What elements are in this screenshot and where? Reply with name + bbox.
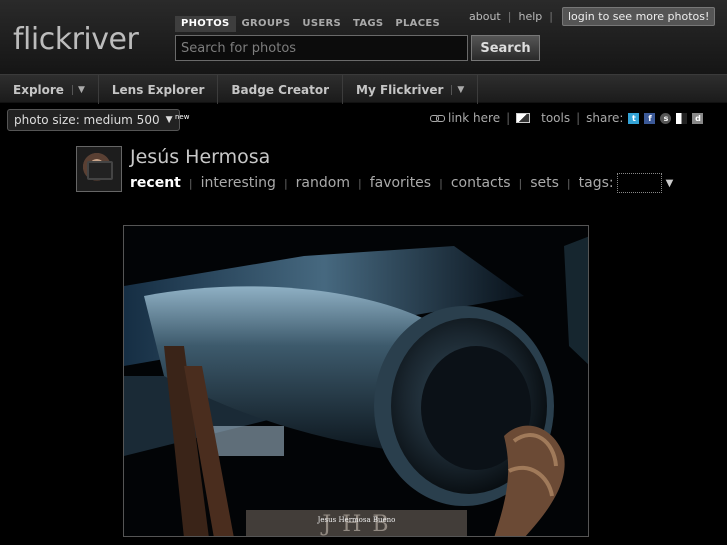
divider: |	[357, 176, 362, 190]
nav-item-my-flickriver[interactable]: My Flickriver ▼	[343, 75, 479, 104]
chevron-down-icon[interactable]: ▼	[71, 84, 85, 95]
divider: |	[283, 176, 288, 190]
chevron-down-icon: ▼	[165, 115, 173, 125]
nav-item-label: Lens Explorer	[111, 82, 205, 97]
view-tabs: recent | interesting | random | favorite…	[130, 173, 673, 193]
tools-bar: link here | tools | share: t f s d	[430, 111, 704, 125]
divider: |	[506, 111, 511, 125]
divider: |	[549, 10, 553, 23]
link-icon	[430, 114, 445, 122]
search-tabs: PHOTOS GROUPS USERS TAGS PLACES	[175, 16, 446, 32]
search-tab-tags[interactable]: TAGS	[347, 16, 389, 32]
watermark-text: Jesus Hermosa Bueno	[317, 516, 396, 524]
chevron-down-icon[interactable]: ▼	[666, 178, 674, 189]
tab-sets[interactable]: sets	[530, 175, 559, 191]
watermark: J H B Jesus Hermosa Bueno	[246, 510, 467, 536]
about-link[interactable]: about	[469, 10, 501, 23]
tab-tags-label: tags:	[578, 175, 614, 191]
nav-item-label: My Flickriver	[356, 82, 444, 97]
search-tab-groups[interactable]: GROUPS	[236, 16, 297, 32]
facebook-icon[interactable]: f	[644, 112, 656, 124]
avatar[interactable]	[76, 146, 122, 192]
chevron-down-icon[interactable]: ▼	[451, 84, 464, 95]
top-links: about | help | login to see more photos!	[469, 7, 716, 26]
nav-item-label: Badge Creator	[231, 82, 329, 97]
divider: |	[439, 176, 443, 190]
new-badge: new	[175, 113, 190, 121]
search-tab-users[interactable]: USERS	[296, 16, 347, 32]
tags-select[interactable]	[616, 173, 662, 193]
digg-icon[interactable]: d	[692, 112, 704, 124]
tab-interesting[interactable]: interesting	[201, 175, 276, 191]
login-button[interactable]: login to see more photos!	[561, 7, 716, 26]
divider: |	[188, 176, 193, 190]
nav-item-badge-creator[interactable]: Badge Creator	[218, 75, 343, 104]
search-button[interactable]: Search	[471, 35, 540, 61]
tab-contacts[interactable]: contacts	[451, 175, 511, 191]
divider: |	[518, 176, 523, 190]
tools-icon[interactable]	[516, 113, 531, 123]
main-photo[interactable]: J H B Jesus Hermosa Bueno	[123, 225, 589, 537]
share-label: share:	[586, 111, 624, 125]
nav-item-lens-explorer[interactable]: Lens Explorer	[99, 75, 219, 104]
user-name[interactable]: Jesús Hermosa	[130, 146, 270, 168]
nav-item-label: Explore	[13, 82, 64, 97]
stumbleupon-icon[interactable]: s	[660, 112, 672, 124]
search-input[interactable]	[175, 35, 468, 61]
twitter-icon[interactable]: t	[628, 112, 640, 124]
help-link[interactable]: help	[518, 10, 542, 23]
delicious-icon[interactable]	[676, 112, 688, 124]
main-nav: Explore ▼ Lens Explorer Badge Creator My…	[0, 74, 727, 104]
search-tab-places[interactable]: PLACES	[389, 16, 446, 32]
tab-recent[interactable]: recent	[130, 175, 181, 191]
cannon-photo-image	[124, 226, 588, 536]
tools-link[interactable]: tools	[541, 111, 570, 125]
divider: |	[566, 176, 571, 190]
tab-favorites[interactable]: favorites	[370, 175, 431, 191]
divider: |	[576, 111, 581, 125]
search-tab-photos[interactable]: PHOTOS	[175, 16, 236, 32]
photo-size-label: photo size: medium 500	[14, 113, 160, 127]
nav-item-explore[interactable]: Explore ▼	[0, 75, 99, 104]
tab-random[interactable]: random	[296, 175, 350, 191]
divider: |	[507, 10, 512, 23]
site-header: flickriver PHOTOS GROUPS USERS TAGS PLAC…	[0, 0, 727, 74]
photo-size-select[interactable]: photo size: medium 500 ▼	[7, 109, 180, 131]
link-here-link[interactable]: link here	[448, 111, 500, 125]
flickriver-logo[interactable]: flickriver	[13, 22, 139, 57]
